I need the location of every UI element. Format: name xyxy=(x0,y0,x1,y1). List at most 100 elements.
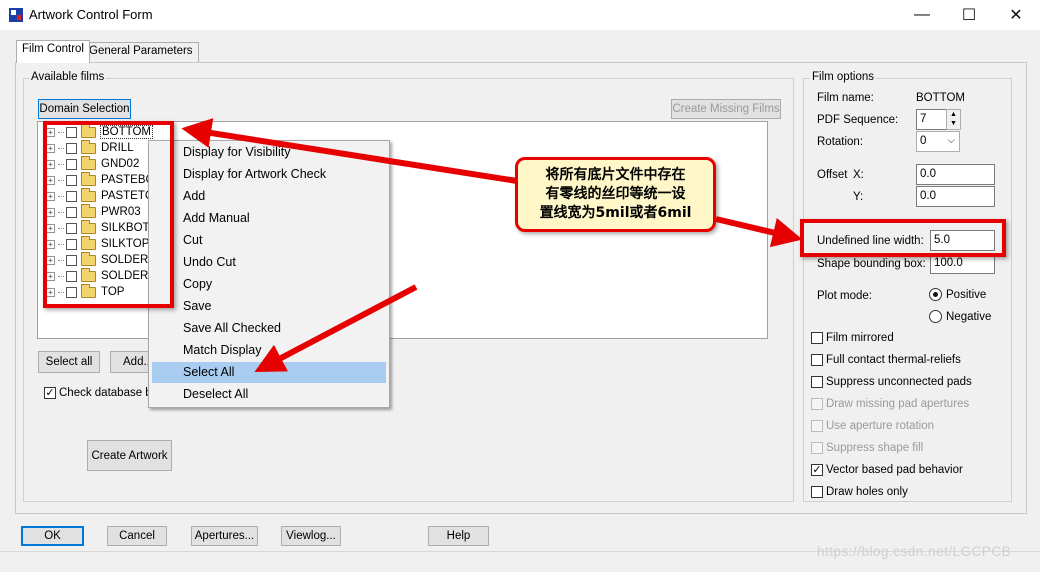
create-missing-films-button[interactable]: Create Missing Films xyxy=(671,99,781,119)
film-checkbox[interactable] xyxy=(66,126,77,138)
draw-holes-only-checkbox[interactable]: Draw holes only xyxy=(811,486,908,498)
check-database-checkbox[interactable]: ✓ Check database b xyxy=(44,387,152,399)
checkbox-box[interactable] xyxy=(811,398,823,410)
help-button[interactable]: Help xyxy=(428,526,489,546)
tab-film-control[interactable]: Film Control xyxy=(16,40,90,63)
checkbox-box[interactable] xyxy=(811,420,823,432)
domain-selection-button[interactable]: Domain Selection xyxy=(38,99,131,119)
callout-line: 置线宽为5mil或者6mil xyxy=(539,205,692,221)
film-label: PWR03 xyxy=(101,206,141,218)
radio-dot[interactable] xyxy=(929,310,942,323)
checkbox-label: Use aperture rotation xyxy=(826,420,935,432)
maximize-button[interactable]: ☐ xyxy=(946,0,992,30)
expand-icon[interactable]: + xyxy=(46,159,55,169)
menu-item-save[interactable]: Save xyxy=(152,296,386,317)
tree-item-film[interactable]: + SILKTOP xyxy=(46,235,150,252)
shape-bounding-box-label: Shape bounding box: xyxy=(817,258,926,270)
tree-item-film[interactable]: + TOP xyxy=(46,283,125,300)
menu-item-deselect-all[interactable]: Deselect All xyxy=(152,384,386,405)
expand-icon[interactable]: + xyxy=(46,143,55,153)
expand-icon[interactable]: + xyxy=(46,127,55,137)
film-checkbox[interactable] xyxy=(66,254,77,266)
select-all-button[interactable]: Select all xyxy=(38,351,100,373)
suppress-unconnected-pads-checkbox[interactable]: Suppress unconnected pads xyxy=(811,376,972,388)
expand-icon[interactable]: + xyxy=(46,255,55,265)
tree-item-film[interactable]: + PWR03 xyxy=(46,203,142,220)
tree-item-film[interactable]: + PASTEBC xyxy=(46,171,155,188)
callout-line: 有零线的丝印等统一设 xyxy=(545,186,686,202)
tree-item-film[interactable]: + BOTTOM xyxy=(46,123,153,140)
draw-missing-pad-apertures-checkbox[interactable]: Draw missing pad apertures xyxy=(811,398,969,410)
menu-item-cut[interactable]: Cut xyxy=(152,230,386,251)
checkbox-box[interactable] xyxy=(811,442,823,454)
tree-item-film[interactable]: + SILKBOTT xyxy=(46,219,158,236)
plot-mode-positive-radio[interactable]: Positive xyxy=(929,288,986,301)
tree-item-film[interactable]: + PASTETC xyxy=(46,187,154,204)
film-checkbox[interactable] xyxy=(66,286,77,298)
spin-down-icon[interactable]: ▼ xyxy=(947,119,960,128)
create-artwork-button[interactable]: Create Artwork xyxy=(87,440,172,471)
film-checkbox[interactable] xyxy=(66,158,77,170)
suppress-shape-fill-checkbox[interactable]: Suppress shape fill xyxy=(811,442,923,454)
film-checkbox[interactable] xyxy=(66,190,77,202)
checkbox-box[interactable]: ✓ xyxy=(811,464,823,476)
menu-item-copy[interactable]: Copy xyxy=(152,274,386,295)
ok-button[interactable]: OK xyxy=(21,526,84,546)
menu-item-undo-cut[interactable]: Undo Cut xyxy=(152,252,386,273)
film-checkbox[interactable] xyxy=(66,174,77,186)
plot-mode-negative-radio[interactable]: Negative xyxy=(929,310,991,323)
tree-item-film[interactable]: + SOLDERB xyxy=(46,251,157,268)
menu-item-add[interactable]: Add xyxy=(152,186,386,207)
expand-icon[interactable]: + xyxy=(46,271,55,281)
context-menu: Display for Visibility Display for Artwo… xyxy=(148,140,390,408)
offset-y-input[interactable]: 0.0 xyxy=(916,186,995,207)
tab-general-parameters[interactable]: General Parameters xyxy=(83,42,199,62)
expand-icon[interactable]: + xyxy=(46,175,55,185)
film-mirrored-checkbox[interactable]: Film mirrored xyxy=(811,332,894,344)
cancel-button[interactable]: Cancel xyxy=(107,526,167,546)
film-checkbox[interactable] xyxy=(66,238,77,250)
vector-based-pad-behavior-checkbox[interactable]: ✓ Vector based pad behavior xyxy=(811,464,963,476)
offset-x-input[interactable]: 0.0 xyxy=(916,164,995,185)
menu-item-display-for-visibility[interactable]: Display for Visibility xyxy=(152,142,386,163)
menu-item-save-all-checked[interactable]: Save All Checked xyxy=(152,318,386,339)
expand-icon[interactable]: + xyxy=(46,287,55,297)
shape-bounding-box-input[interactable]: 100.0 xyxy=(930,253,995,274)
expand-icon[interactable]: + xyxy=(46,223,55,233)
radio-dot[interactable] xyxy=(929,288,942,301)
spin-up-icon[interactable]: ▲ xyxy=(947,110,960,119)
checkbox-box[interactable] xyxy=(811,376,823,388)
folder-icon xyxy=(81,283,96,298)
checkbox-box[interactable] xyxy=(811,486,823,498)
tree-item-film[interactable]: + DRILL xyxy=(46,139,135,156)
expand-icon[interactable]: + xyxy=(46,239,55,249)
available-films-title: Available films xyxy=(29,71,107,83)
film-checkbox[interactable] xyxy=(66,270,77,282)
menu-item-match-display[interactable]: Match Display xyxy=(152,340,386,361)
close-button[interactable]: ✕ xyxy=(993,0,1039,30)
checkbox-box[interactable] xyxy=(811,354,823,366)
film-checkbox[interactable] xyxy=(66,142,77,154)
expand-icon[interactable]: + xyxy=(46,191,55,201)
undefined-line-width-input[interactable]: 5.0 xyxy=(930,230,995,251)
full-contact-thermal-reliefs-checkbox[interactable]: Full contact thermal-reliefs xyxy=(811,354,961,366)
checkbox-box[interactable]: ✓ xyxy=(44,387,56,399)
pdf-sequence-spinner[interactable]: ▲ ▼ xyxy=(946,109,961,130)
rotation-select[interactable]: 0 ⌵ xyxy=(916,131,960,152)
tree-item-film[interactable]: + GND02 xyxy=(46,155,140,172)
menu-item-display-for-artwork-check[interactable]: Display for Artwork Check xyxy=(152,164,386,185)
expand-icon[interactable]: + xyxy=(46,207,55,217)
pdf-sequence-input[interactable]: 7 xyxy=(916,109,947,130)
apertures-button[interactable]: Apertures... xyxy=(191,526,258,546)
tree-item-film[interactable]: + SOLDERT xyxy=(46,267,156,284)
menu-item-select-all[interactable]: Select All xyxy=(152,362,386,383)
callout-line: 将所有底片文件中存在 xyxy=(545,167,686,183)
checkbox-box[interactable] xyxy=(811,332,823,344)
minimize-button[interactable]: — xyxy=(899,0,945,30)
film-checkbox[interactable] xyxy=(66,206,77,218)
folder-icon xyxy=(81,155,96,170)
film-checkbox[interactable] xyxy=(66,222,77,234)
menu-item-add-manual[interactable]: Add Manual xyxy=(152,208,386,229)
use-aperture-rotation-checkbox[interactable]: Use aperture rotation xyxy=(811,420,934,432)
viewlog-button[interactable]: Viewlog... xyxy=(281,526,341,546)
